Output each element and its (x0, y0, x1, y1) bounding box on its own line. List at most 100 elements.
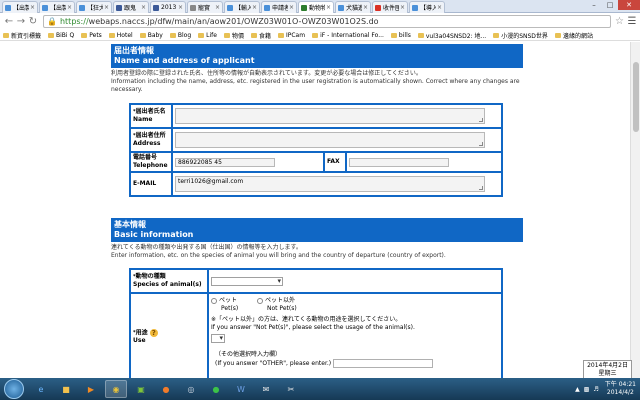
outlook-icon[interactable]: ✉ (255, 380, 277, 398)
resize-handle[interactable] (479, 186, 483, 190)
browser-tab[interactable]: 寵實 × (187, 1, 223, 13)
tab-close-icon[interactable]: × (30, 4, 35, 11)
chrome-icon[interactable]: ◉ (105, 380, 127, 398)
bookmark-item[interactable]: 食籍 (250, 31, 271, 40)
tab-close-icon[interactable]: × (252, 4, 257, 11)
species-select[interactable] (211, 276, 283, 286)
minimize-button[interactable]: – (586, 0, 602, 10)
tab-title: 【出製 (13, 5, 29, 12)
bookmark-label: Blog (177, 31, 192, 39)
bookmark-item[interactable]: 物價 (223, 31, 244, 40)
fax-field[interactable] (349, 157, 449, 167)
browser-tab[interactable]: 【出製× (39, 1, 75, 13)
bookmark-label: 新資引標籤 (11, 32, 42, 40)
tab-close-icon[interactable]: × (67, 4, 72, 11)
media-player-icon[interactable]: ▶ (80, 380, 102, 398)
browser-tab[interactable]: 收件匣× (372, 1, 408, 13)
browser-tab[interactable]: 【輸入× (224, 1, 260, 13)
bookmark-folder-icon (139, 32, 146, 38)
bookmark-item[interactable]: iF - International Fo... (312, 32, 384, 39)
folder-icon[interactable]: ■ (55, 380, 77, 398)
other-input[interactable] (333, 359, 434, 368)
bookmark-folder-icon (277, 32, 284, 38)
tab-title: 犬貓進 (346, 5, 362, 12)
firefox-icon[interactable]: ● (155, 380, 177, 398)
notpet-radio[interactable] (257, 297, 263, 304)
back-icon[interactable]: ← (3, 16, 15, 27)
tab-close-icon[interactable]: × (215, 4, 220, 11)
telephone-field[interactable]: 886922085 45 (175, 157, 275, 167)
help-icon[interactable]: ? (149, 328, 158, 337)
date-tooltip: 2014年4月2日 星期三 (583, 360, 632, 380)
tab-close-icon[interactable]: × (104, 4, 109, 11)
bookmark-item[interactable]: Blog (169, 31, 192, 39)
tab-close-icon[interactable]: × (141, 4, 146, 11)
tab-close-icon[interactable]: × (289, 4, 294, 11)
browser-tab[interactable]: 【狂犬× (76, 1, 112, 13)
clock[interactable]: 下午 04:21 2014/4/2 (605, 381, 636, 397)
bookmark-folder-icon (554, 32, 561, 38)
bookmark-item[interactable]: BiBi Q (48, 32, 74, 39)
bookmark-item[interactable]: vul3a04SNSD2: 地... (417, 31, 486, 40)
bookmark-item[interactable]: 新資引標籤 (3, 31, 41, 40)
name-field[interactable] (175, 108, 485, 124)
pet-radio[interactable] (211, 297, 217, 304)
menu-icon[interactable]: ☰ (627, 16, 637, 27)
address-field[interactable] (175, 132, 485, 148)
tab-title: 【出製 (50, 5, 66, 12)
line-icon[interactable]: ● (205, 380, 227, 398)
email-value: terri1026@gmail.com (178, 178, 244, 185)
scrollbar-thumb[interactable] (633, 62, 639, 132)
tab-close-icon[interactable]: × (437, 4, 442, 11)
usage-select[interactable] (211, 334, 225, 343)
page-scrollbar[interactable] (630, 42, 640, 378)
bookmark-folder-icon (81, 32, 88, 38)
use-label: *用途 ? Use (129, 292, 209, 378)
tab-close-icon[interactable]: × (326, 4, 331, 11)
bookmark-item[interactable]: Life (198, 32, 217, 39)
ie-icon[interactable]: e (30, 380, 52, 398)
bookmark-item[interactable]: 邊緣的網站 (554, 31, 593, 40)
tray-chevron-icon[interactable]: ▲ (575, 386, 580, 393)
tab-close-icon[interactable]: × (400, 4, 405, 11)
bookmark-item[interactable]: bills (390, 32, 411, 39)
browser-tab[interactable]: 跟鬼 × (113, 1, 149, 13)
bookmark-item[interactable]: 小漫的SNSD世界 (493, 31, 548, 40)
bookmark-item[interactable]: Baby (139, 32, 163, 39)
word-icon[interactable]: W (230, 380, 252, 398)
app-disc-icon[interactable]: ◎ (180, 380, 202, 398)
start-button[interactable] (4, 379, 24, 399)
browser-tab[interactable]: 犬貓進× (335, 1, 371, 13)
reload-icon[interactable]: ↻ (27, 16, 39, 27)
tab-close-icon[interactable]: × (363, 4, 368, 11)
network-icon[interactable]: ▩ (584, 386, 590, 393)
notpet-option[interactable]: ペット以外 Not Pet(s) (257, 297, 297, 313)
bookmark-item[interactable]: IPCam (277, 32, 305, 39)
browser-tab[interactable]: 申請者× (261, 1, 297, 13)
resize-handle[interactable] (479, 118, 483, 122)
close-window-button[interactable]: ✕ (618, 0, 640, 10)
bookmark-folder-icon (169, 32, 176, 38)
bookmark-item[interactable]: Hotel (108, 31, 133, 39)
app-green-icon[interactable]: ▣ (130, 380, 152, 398)
browser-tab[interactable]: 2013 1× (150, 1, 186, 13)
forward-icon[interactable]: → (15, 16, 27, 27)
browser-tab[interactable]: 【出製× (2, 1, 38, 13)
bookmark-label: Hotel (116, 31, 133, 39)
bookmark-star-icon[interactable]: ☆ (615, 16, 624, 27)
volume-icon[interactable]: ♬ (593, 386, 598, 393)
browser-tab[interactable]: 動物物× (298, 1, 334, 13)
address-label-en: Address (133, 140, 161, 147)
basic-header: 基本情報 Basic information (111, 218, 523, 242)
bookmark-item[interactable]: Pets (81, 32, 102, 39)
use-radio-group: ペット Pet(s) ペット以外 Not Pet(s) (211, 297, 499, 313)
address-bar[interactable]: 🔒 https:// webaps.naccs.jp/dfw/main/an/a… (43, 15, 612, 28)
snipping-icon[interactable]: ✂ (280, 380, 302, 398)
browser-tab[interactable]: 【導入× (409, 1, 445, 13)
email-field[interactable]: terri1026@gmail.com (175, 176, 485, 192)
bookmark-folder-icon (48, 32, 55, 38)
pet-option[interactable]: ペット Pet(s) (211, 297, 257, 313)
tab-close-icon[interactable]: × (178, 4, 183, 11)
maximize-button[interactable]: □ (602, 0, 618, 10)
resize-handle[interactable] (479, 142, 483, 146)
